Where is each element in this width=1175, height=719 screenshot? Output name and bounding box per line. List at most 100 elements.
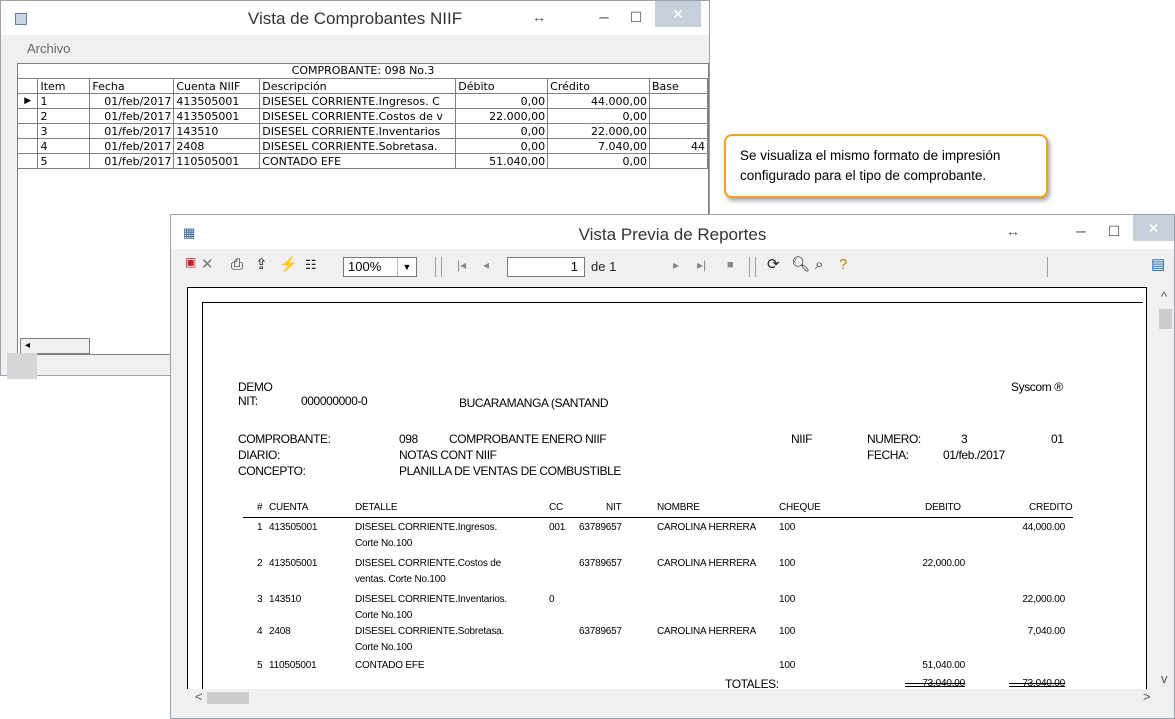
table-row[interactable]: 2 01/feb/2017 413505001 DISESEL CORRIENT… [18, 108, 708, 124]
close-button[interactable]: ✕ [1133, 215, 1174, 241]
grid-header-debito[interactable]: Débito [455, 79, 549, 94]
cell-base[interactable] [649, 108, 708, 124]
magnify-icon[interactable]: 🔍︎ [791, 256, 810, 274]
cell-item[interactable]: 3 [37, 123, 91, 139]
refresh-icon[interactable]: ⟳ [767, 256, 780, 274]
cell-fecha[interactable]: 01/feb/2017 [89, 93, 175, 109]
cell-descripcion[interactable]: DISESEL CORRIENTE.Sobretasa. [259, 138, 457, 154]
cell-base[interactable] [649, 123, 708, 139]
nit-value: 000000000-0 [301, 394, 368, 408]
horizontal-scroll-thumb[interactable] [207, 692, 249, 704]
search-icon[interactable]: ⌕ [815, 256, 823, 274]
cell-base[interactable] [649, 93, 708, 109]
cell-item[interactable]: 1 [37, 93, 91, 109]
cell-cuenta[interactable]: 143510 [173, 123, 261, 139]
line-num: 2 [257, 558, 263, 569]
line-cc: 0 [549, 594, 555, 605]
chevron-down-icon[interactable]: ▼ [397, 258, 416, 276]
comprobantes-titlebar[interactable]: Vista de Comprobantes NIIF ↔ – ☐ ✕ [1, 1, 709, 35]
horizontal-scrollbar[interactable]: < > [187, 689, 1157, 707]
minimize-button[interactable]: – [589, 3, 619, 31]
grid-header-item[interactable]: Item [37, 79, 91, 94]
lightning-icon[interactable]: ⚡ [279, 256, 298, 274]
cell-cuenta[interactable]: 413505001 [173, 93, 261, 109]
line-debito: 22,000.00 [922, 558, 965, 569]
cell-cuenta[interactable]: 413505001 [173, 108, 261, 124]
cell-base[interactable]: 44 [649, 138, 708, 154]
cell-cuenta[interactable]: 2408 [173, 138, 261, 154]
report-viewport[interactable]: DEMO NIT: 000000000-0 BUCARAMANGA (SANTA… [187, 287, 1147, 691]
grid-scroll-left-button[interactable]: ◂ [20, 338, 90, 354]
export-icon[interactable]: ⇪ [255, 256, 268, 274]
close-button[interactable]: ✕ [655, 1, 701, 27]
prev-page-icon[interactable]: ◂ [483, 256, 489, 274]
grid-header-cuenta[interactable]: Cuenta NIIF [173, 79, 261, 94]
next-page-icon[interactable]: ▸ [673, 256, 679, 274]
group-tree-icon[interactable]: ☷ [305, 256, 317, 274]
stop-icon[interactable]: ■ [727, 256, 734, 274]
maximize-button[interactable]: ☐ [621, 3, 651, 31]
cell-debito[interactable]: 0,00 [455, 123, 549, 139]
cell-fecha[interactable]: 01/feb/2017 [89, 153, 175, 169]
grid-header-descripcion[interactable]: Descripción [259, 79, 457, 94]
first-page-icon[interactable]: |◂ [457, 256, 466, 274]
help-icon[interactable]: ? [839, 256, 847, 274]
cell-fecha[interactable]: 01/feb/2017 [89, 138, 175, 154]
row-indicator [18, 123, 39, 139]
cell-descripcion[interactable]: CONTADO EFE [259, 153, 457, 169]
cell-credito[interactable]: 0,00 [547, 153, 651, 169]
close-preview-icon[interactable]: ✕ [201, 256, 214, 274]
cell-credito[interactable]: 44.000,00 [547, 93, 651, 109]
table-row[interactable]: ▶ 1 01/feb/2017 413505001 DISESEL CORRIE… [18, 93, 708, 109]
cell-debito[interactable]: 22.000,00 [455, 108, 549, 124]
menu-archivo[interactable]: Archivo [27, 41, 70, 56]
page-number-input[interactable]: 1 [507, 257, 585, 277]
cell-debito[interactable]: 51.040,00 [455, 153, 549, 169]
fecha-label: FECHA: [867, 448, 909, 462]
vista-previa-titlebar[interactable]: ▦ Vista Previa de Reportes ↔ – ☐ ✕ [171, 215, 1174, 249]
cell-fecha[interactable]: 01/feb/2017 [89, 108, 175, 124]
scroll-down-icon[interactable]: v [1161, 671, 1168, 686]
line-cuenta: 2408 [269, 626, 291, 637]
scroll-left-icon[interactable]: < [195, 689, 203, 704]
cell-credito[interactable]: 7.040,00 [547, 138, 651, 154]
toolbar-separator [749, 257, 750, 277]
grid-header-base[interactable]: Base [649, 79, 708, 94]
vertical-scroll-thumb[interactable] [1159, 309, 1172, 329]
cell-item[interactable]: 2 [37, 108, 91, 124]
grid-header-credito[interactable]: Crédito [547, 79, 651, 94]
exit-icon[interactable]: ▣ [185, 253, 196, 271]
cell-debito[interactable]: 0,00 [455, 138, 549, 154]
cell-item[interactable]: 4 [37, 138, 91, 154]
report-logo-icon[interactable]: ▤ [1151, 256, 1165, 274]
total-debito: 73,040.00 [922, 678, 965, 689]
zoom-select[interactable]: 100% ▼ [343, 257, 417, 277]
cell-credito[interactable]: 0,00 [547, 108, 651, 124]
cell-credito[interactable]: 22.000,00 [547, 123, 651, 139]
comprobante-label: COMPROBANTE: [238, 432, 331, 446]
print-icon[interactable]: ⎙ [231, 256, 243, 274]
cell-debito[interactable]: 0,00 [455, 93, 549, 109]
resize-icon[interactable]: ↔ [529, 3, 549, 31]
cell-item[interactable]: 5 [37, 153, 91, 169]
table-row[interactable]: 3 01/feb/2017 143510 DISESEL CORRIENTE.I… [18, 123, 708, 139]
minimize-button[interactable]: – [1066, 217, 1096, 245]
cell-fecha[interactable]: 01/feb/2017 [89, 123, 175, 139]
cell-descripcion[interactable]: DISESEL CORRIENTE.Inventarios [259, 123, 457, 139]
grid-header-fecha[interactable]: Fecha [89, 79, 175, 94]
last-page-icon[interactable]: ▸| [697, 256, 706, 274]
vertical-scrollbar[interactable]: ^ v [1157, 287, 1174, 691]
cell-cuenta[interactable]: 110505001 [173, 153, 261, 169]
cell-base[interactable] [649, 153, 708, 169]
scroll-right-icon[interactable]: > [1143, 689, 1151, 704]
line-num: 5 [257, 660, 263, 671]
cell-descripcion[interactable]: DISESEL CORRIENTE.Ingresos. C [259, 93, 457, 109]
numero-extra: 01 [1051, 432, 1064, 446]
toolbar-separator [435, 257, 436, 277]
table-row[interactable]: 4 01/feb/2017 2408 DISESEL CORRIENTE.Sob… [18, 138, 708, 154]
resize-icon[interactable]: ↔ [1003, 217, 1023, 245]
cell-descripcion[interactable]: DISESEL CORRIENTE.Costos de v [259, 108, 457, 124]
maximize-button[interactable]: ☐ [1099, 217, 1129, 245]
table-row[interactable]: 5 01/feb/2017 110505001 CONTADO EFE 51.0… [18, 153, 708, 169]
scroll-up-icon[interactable]: ^ [1161, 289, 1167, 304]
